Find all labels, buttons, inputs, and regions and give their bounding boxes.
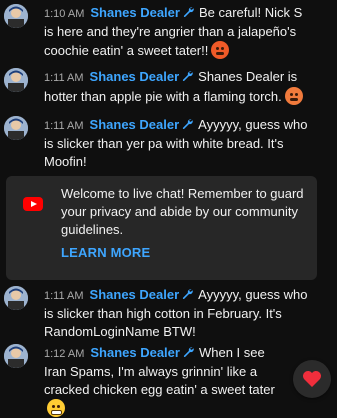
- youtube-icon: [23, 197, 43, 211]
- avatar[interactable]: [4, 286, 28, 310]
- heart-reaction-button[interactable]: [293, 360, 331, 398]
- wrench-icon: [183, 119, 193, 130]
- wrench-icon: [183, 7, 194, 18]
- avatar[interactable]: [4, 4, 28, 28]
- wrench-icon: [183, 347, 194, 358]
- wrench-icon: [183, 289, 193, 300]
- author-name[interactable]: Shanes Dealer: [90, 5, 180, 20]
- author-name[interactable]: Shanes Dealer: [90, 69, 180, 84]
- hot-face-icon: [284, 87, 303, 105]
- wrench-icon: [183, 71, 193, 82]
- author-name[interactable]: Shanes Dealer: [90, 287, 180, 302]
- heart-icon: [303, 371, 321, 387]
- timestamp: 1:12 AM: [44, 348, 85, 360]
- timestamp: 1:11 AM: [44, 290, 84, 302]
- angry-face-icon: [211, 41, 230, 59]
- live-chat-welcome-banner: Welcome to live chat! Remember to guard …: [6, 176, 317, 280]
- author-name[interactable]: Shanes Dealer: [90, 345, 180, 360]
- banner-text: Welcome to live chat! Remember to guard …: [61, 186, 304, 237]
- author-name[interactable]: Shanes Dealer: [90, 117, 180, 132]
- timestamp: 1:10 AM: [44, 8, 85, 20]
- avatar[interactable]: [4, 344, 28, 368]
- timestamp: 1:11 AM: [44, 72, 84, 84]
- learn-more-button[interactable]: LEARN MORE: [61, 244, 150, 262]
- grinning-face-icon: [47, 399, 65, 417]
- avatar[interactable]: [4, 116, 28, 140]
- avatar[interactable]: [4, 68, 28, 92]
- timestamp: 1:11 AM: [44, 120, 84, 132]
